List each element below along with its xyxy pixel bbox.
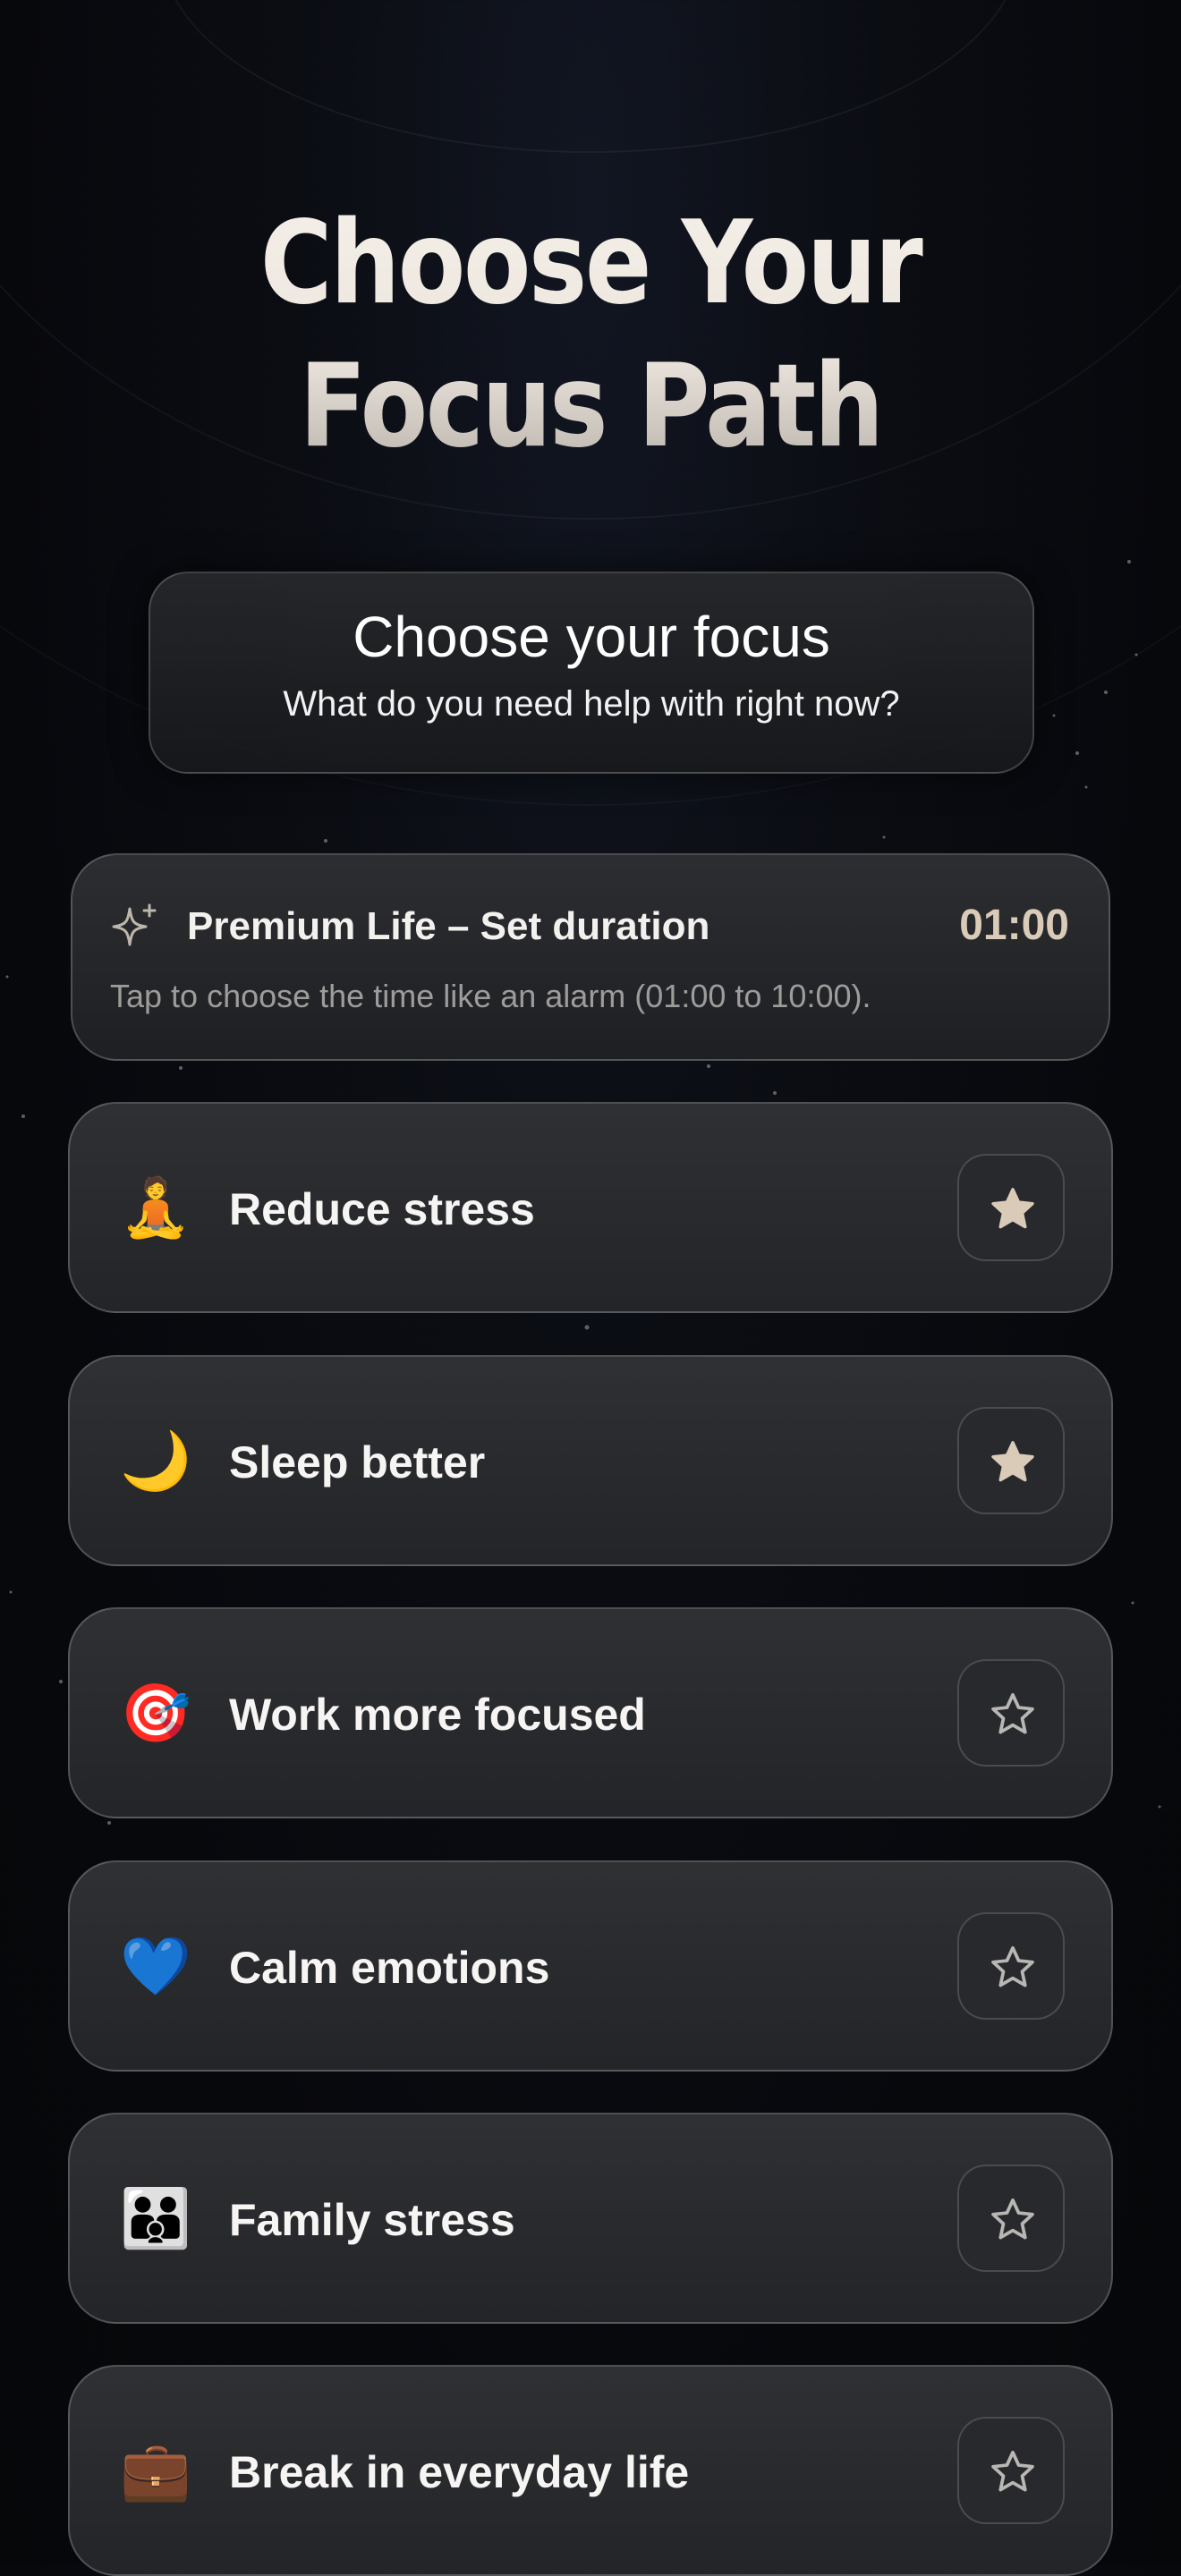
meditation-icon: 🧘 (120, 1175, 191, 1240)
page-title-line1: Choose Your (259, 197, 922, 330)
favorite-button[interactable] (957, 1407, 1065, 1514)
option-work-more-focused[interactable]: 🎯 Work more focused (68, 1607, 1113, 1818)
option-family-stress[interactable]: 👪 Family stress (68, 2113, 1113, 2324)
favorite-button[interactable] (957, 1659, 1065, 1767)
star-outline-icon (991, 2198, 1034, 2240)
family-icon: 👪 (120, 2186, 191, 2250)
option-label: Sleep better (229, 1437, 486, 1487)
star-outline-icon (991, 2450, 1034, 2492)
option-reduce-stress[interactable]: 🧘 Reduce stress (68, 1102, 1113, 1313)
star-outline-icon (991, 1692, 1034, 1734)
blue-heart-icon: 💙 (120, 1934, 191, 1998)
premium-duration-card[interactable]: Premium Life – Set duration 01:00 Tap to… (71, 853, 1110, 1061)
favorite-button[interactable] (957, 2417, 1065, 2524)
option-label: Family stress (229, 2195, 515, 2245)
target-icon: 🎯 (120, 1681, 191, 1745)
option-label: Work more focused (229, 1690, 646, 1740)
moon-icon: 🌙 (120, 1428, 191, 1493)
star-outline-icon (991, 1945, 1034, 1987)
briefcase-icon: 💼 (120, 2438, 191, 2503)
option-sleep-better[interactable]: 🌙 Sleep better (68, 1355, 1113, 1566)
favorite-button[interactable] (957, 1912, 1065, 2020)
premium-description: Tap to choose the time like an alarm (01… (110, 978, 871, 1014)
option-label: Break in everyday life (229, 2447, 690, 2497)
sparkle-icon (112, 903, 157, 946)
page-title-line2: Focus Path (299, 340, 882, 473)
option-label: Calm emotions (229, 1943, 550, 1993)
star-filled-icon (991, 1188, 1034, 1229)
page-title: Choose Your Focus Path (82, 192, 1098, 479)
focus-prompt-subtitle: What do you need help with right now? (283, 684, 900, 724)
favorite-button[interactable] (957, 2165, 1065, 2272)
favorite-button[interactable] (957, 1154, 1065, 1261)
focus-prompt-card: Choose your focus What do you need help … (149, 572, 1034, 774)
duration-time-value[interactable]: 01:00 (959, 900, 1069, 952)
option-break-in-everyday-life[interactable]: 💼 Break in everyday life (68, 2365, 1113, 2576)
focus-prompt-title: Choose your focus (353, 605, 830, 669)
option-label: Reduce stress (229, 1184, 535, 1234)
option-calm-emotions[interactable]: 💙 Calm emotions (68, 1860, 1113, 2072)
premium-title: Premium Life – Set duration (187, 904, 710, 948)
star-filled-icon (991, 1441, 1034, 1482)
